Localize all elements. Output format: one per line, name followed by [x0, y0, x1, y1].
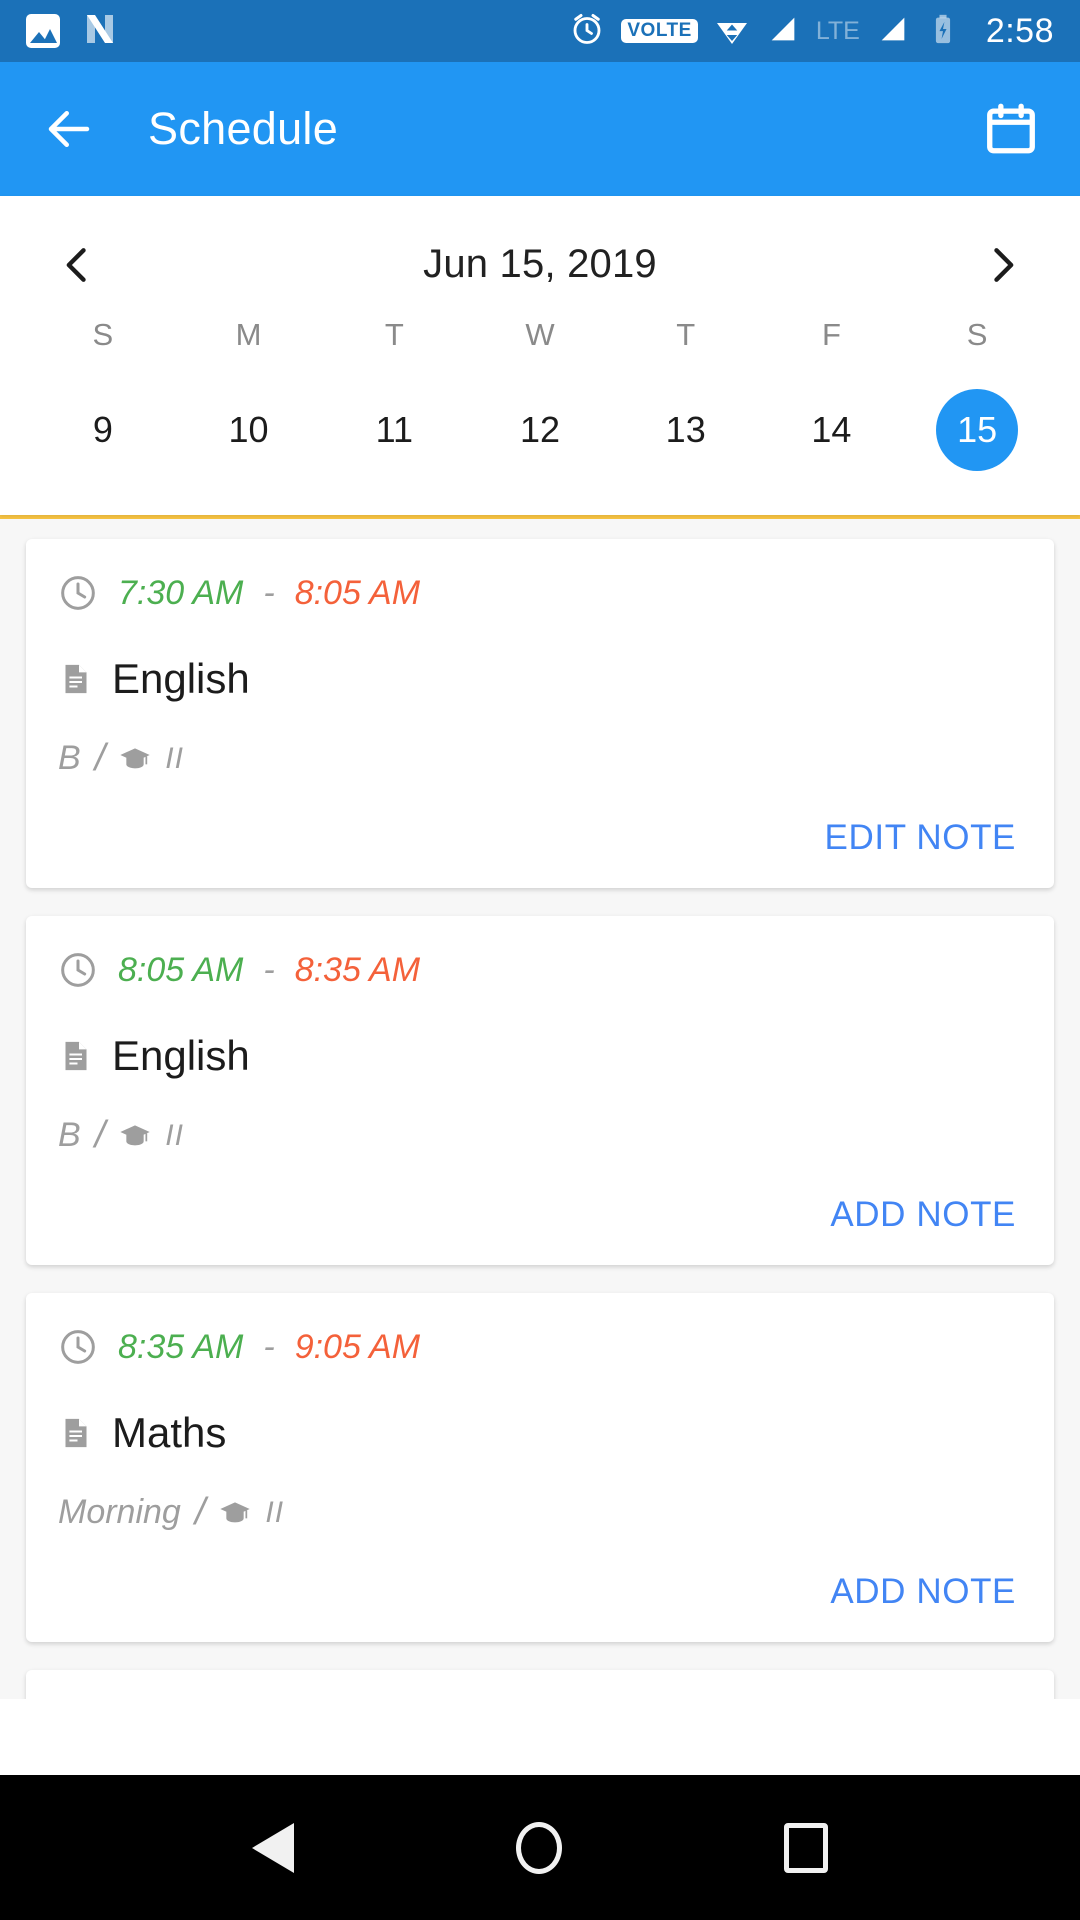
meta-tail: II: [165, 1118, 184, 1152]
subject-name: Maths: [112, 1409, 227, 1456]
day-number[interactable]: 14: [790, 389, 872, 471]
schedule-card[interactable]: 8:35 AM - 9:05 AM Maths Morning / II ADD…: [26, 1293, 1054, 1642]
start-time: 8:05 AM: [118, 950, 244, 989]
subject-row: Maths: [58, 1409, 1022, 1457]
weekday-label: W: [525, 317, 555, 352]
photo-icon: [26, 14, 60, 48]
signal-2-icon: [876, 12, 910, 51]
status-bar-clock: 2:58: [985, 11, 1054, 50]
card-action-row: ADD NOTE: [58, 1187, 1022, 1243]
weekday-label: F: [821, 317, 841, 352]
note-button[interactable]: EDIT NOTE: [819, 810, 1022, 866]
time-dash: -: [263, 1327, 275, 1366]
lte-icon: LTE: [815, 16, 860, 45]
weekday-label: S: [92, 317, 114, 352]
schedule-list[interactable]: 7:30 AM - 8:05 AM English B / II EDIT NO…: [0, 519, 1080, 1699]
day-cell-selected[interactable]: 15: [904, 389, 1050, 515]
day-number[interactable]: 10: [208, 389, 290, 471]
volte-icon: VOLTE: [621, 18, 698, 44]
day-cell[interactable]: 11: [321, 389, 467, 515]
meta-row: B / II: [58, 737, 1022, 780]
meta-label: B: [58, 1116, 81, 1154]
weekday-label: T: [384, 317, 404, 352]
chevron-left-icon[interactable]: [56, 243, 100, 287]
meta-separator: /: [94, 737, 106, 779]
document-icon: [58, 1038, 94, 1074]
calendar-icon[interactable]: [982, 100, 1040, 158]
subject-row: English: [58, 655, 1022, 703]
card-action-row: EDIT NOTE: [58, 810, 1022, 866]
wifi-icon: [714, 11, 750, 52]
schedule-card[interactable]: 7:30 AM - 8:05 AM English B / II EDIT NO…: [26, 539, 1054, 888]
meta-label: Morning: [58, 1493, 181, 1531]
subject-name: English: [112, 1032, 250, 1079]
subject-row: English: [58, 1032, 1022, 1080]
end-time: 8:35 AM: [294, 950, 421, 989]
nav-home-icon[interactable]: [516, 1821, 562, 1874]
android-nougat-icon: [82, 11, 118, 52]
note-button[interactable]: ADD NOTE: [824, 1564, 1022, 1620]
meta-row: Morning / II: [58, 1491, 1022, 1534]
status-bar: VOLTE LTE 2:58: [0, 0, 1080, 62]
alarm-icon: [569, 11, 605, 52]
weekday-label: S: [966, 317, 988, 352]
day-number-row: 9 10 11 12 13 14 15: [0, 389, 1080, 515]
day-number[interactable]: 9: [62, 389, 144, 471]
start-time: 8:35 AM: [118, 1327, 244, 1366]
time-dash: -: [263, 950, 275, 989]
document-icon: [58, 1415, 94, 1451]
time-range-row: 7:30 AM - 8:05 AM: [58, 573, 1022, 613]
day-number[interactable]: 13: [645, 389, 727, 471]
start-time: 7:30 AM: [118, 573, 244, 612]
battery-charging-icon: [926, 12, 960, 51]
meta-separator: /: [94, 1114, 106, 1156]
signal-icon: [766, 12, 800, 51]
meta-tail: II: [265, 1495, 285, 1529]
day-cell[interactable]: 14: [759, 389, 905, 515]
meta-label: B: [58, 739, 81, 777]
document-icon: [58, 661, 94, 697]
meta-separator: /: [194, 1491, 206, 1533]
date-header-panel: Jun 15, 2019 S M T W T F S 9 10 11 12 13…: [0, 196, 1080, 515]
day-number[interactable]: 12: [499, 389, 581, 471]
date-navigation: Jun 15, 2019: [0, 204, 1080, 317]
day-number-selected[interactable]: 15: [936, 389, 1019, 471]
card-action-row: ADD NOTE: [58, 1564, 1022, 1620]
day-cell[interactable]: 13: [613, 389, 759, 515]
end-time: 8:05 AM: [294, 573, 421, 612]
day-cell[interactable]: 9: [30, 389, 176, 515]
clock-icon: [58, 950, 98, 990]
schedule-card[interactable]: 8:05 AM - 8:35 AM English B / II ADD NOT…: [26, 916, 1054, 1265]
weekday-header-row: S M T W T F S: [0, 317, 1080, 389]
system-navigation-bar: [0, 1775, 1080, 1920]
current-date-label: Jun 15, 2019: [423, 242, 657, 286]
meta-row: B / II: [58, 1114, 1022, 1157]
status-bar-right-icons: VOLTE LTE 2:58: [569, 11, 1054, 52]
graduation-cap-icon: [119, 1120, 151, 1152]
page-title: Schedule: [148, 103, 339, 154]
app-bar: Schedule: [0, 62, 1080, 196]
day-cell[interactable]: 10: [176, 389, 322, 515]
day-number[interactable]: 11: [353, 389, 435, 471]
chevron-right-icon[interactable]: [980, 243, 1024, 287]
time-range-row: 8:35 AM - 9:05 AM: [58, 1327, 1022, 1367]
nav-back-icon[interactable]: [252, 1822, 294, 1873]
weekday-label: M: [235, 317, 262, 352]
schedule-card-partial[interactable]: [26, 1670, 1054, 1699]
graduation-cap-icon: [219, 1497, 251, 1529]
note-button[interactable]: ADD NOTE: [824, 1187, 1022, 1243]
day-cell[interactable]: 12: [467, 389, 613, 515]
time-range-row: 8:05 AM - 8:35 AM: [58, 950, 1022, 990]
subject-name: English: [112, 655, 250, 702]
status-bar-left-icons: [26, 11, 118, 52]
clock-icon: [58, 1327, 98, 1367]
arrow-back-icon[interactable]: [42, 102, 96, 156]
time-dash: -: [263, 573, 275, 612]
end-time: 9:05 AM: [294, 1327, 421, 1366]
graduation-cap-icon: [119, 743, 151, 775]
nav-recent-icon[interactable]: [784, 1822, 828, 1873]
clock-icon: [58, 573, 98, 613]
weekday-label: T: [676, 317, 696, 352]
meta-tail: II: [165, 741, 184, 775]
